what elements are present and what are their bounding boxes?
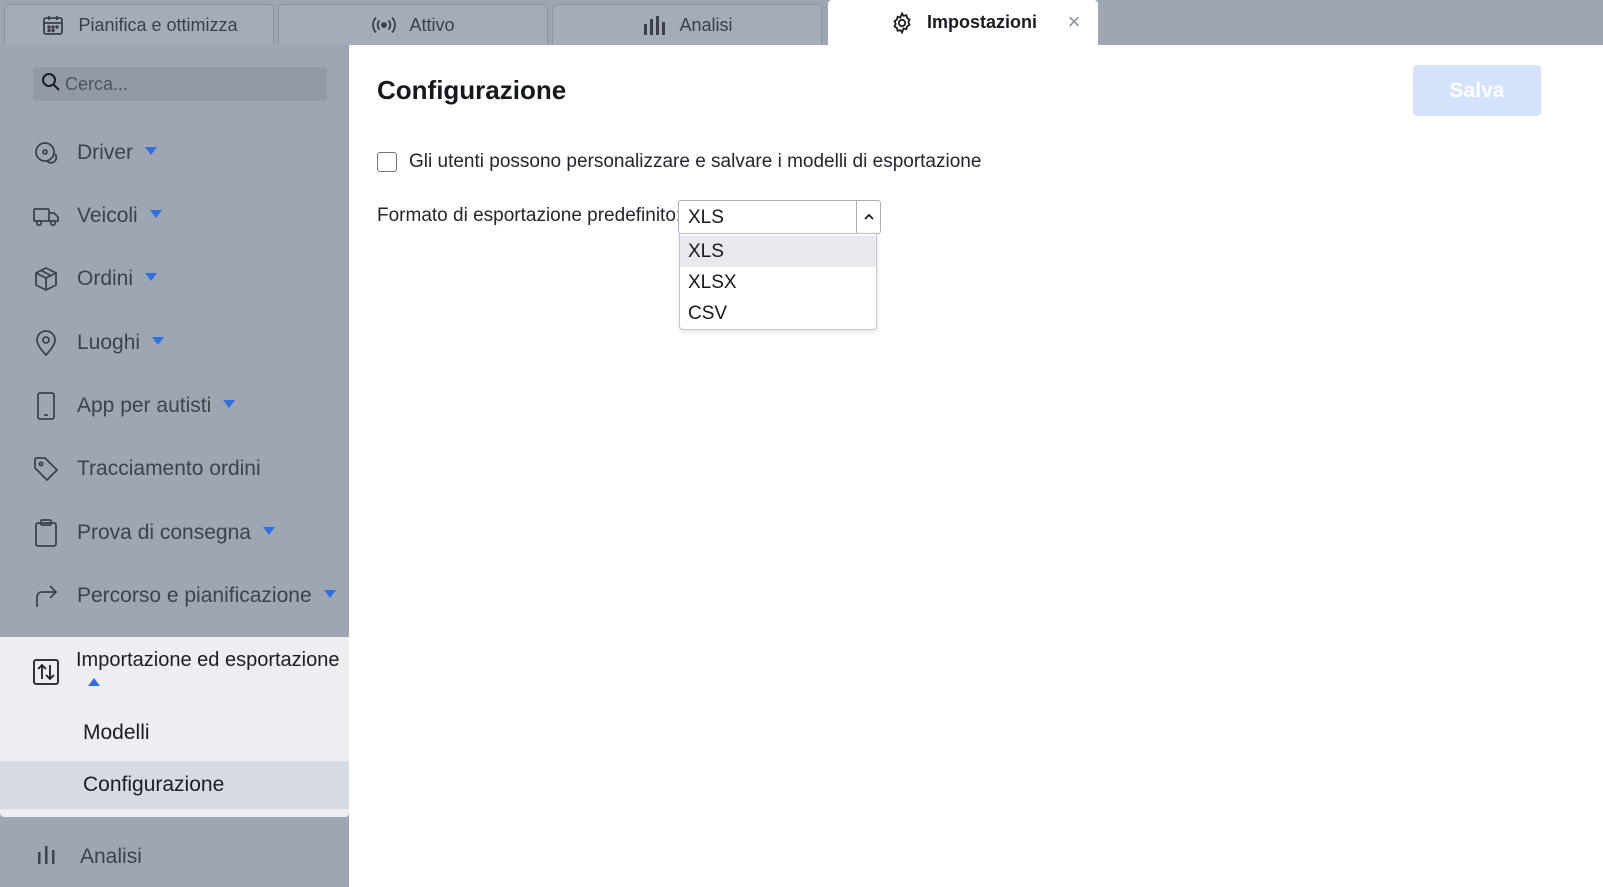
- sidebar-subitem-label: Configurazione: [83, 773, 225, 796]
- search-input[interactable]: [65, 73, 315, 95]
- caret-up-icon: [88, 677, 100, 686]
- caret-down-icon: [152, 337, 165, 346]
- sidebar-subitem-modelli[interactable]: Modelli: [0, 709, 349, 757]
- export-format-dropdown: XLS XLSX CSV: [679, 233, 877, 330]
- search-box[interactable]: [33, 67, 327, 101]
- sidebar-item-veicoli[interactable]: Veicoli: [0, 196, 349, 236]
- main-panel: Configurazione Salva Gli utenti possono …: [349, 45, 1603, 887]
- sidebar-subitem-label: Modelli: [83, 721, 150, 744]
- page-title: Configurazione: [377, 75, 567, 105]
- import-export-icon: [32, 658, 60, 686]
- sidebar-item-app-autisti[interactable]: App per autisti: [0, 386, 349, 426]
- phone-icon: [32, 392, 60, 420]
- sidebar-item-luoghi[interactable]: Luoghi: [0, 323, 349, 363]
- dropdown-option-csv[interactable]: CSV: [680, 298, 876, 329]
- clipboard-icon: [32, 519, 60, 547]
- caret-down-icon: [145, 147, 157, 156]
- route-arrow-icon: [32, 582, 60, 610]
- sidebar-item-percorso[interactable]: Percorso e pianificazione: [0, 576, 349, 616]
- checkbox-label: Gli utenti possono personalizzare e salv…: [409, 151, 982, 172]
- sidebar-item-driver[interactable]: Driver: [0, 133, 349, 173]
- tab-bar: Pianifica e ottimizza Attivo Analisi Imp…: [0, 0, 1603, 45]
- sidebar: Driver Veicoli Ordini Luoghi: [0, 45, 349, 887]
- select-value: XLS: [688, 207, 724, 228]
- sidebar-group-import-export: Importazione ed esportazione Modelli Con…: [0, 637, 349, 817]
- calendar-icon: [40, 12, 66, 38]
- bar-chart-icon: [641, 12, 667, 38]
- caret-down-icon: [223, 400, 236, 409]
- close-icon[interactable]: ×: [1064, 9, 1084, 34]
- sidebar-item-label: Prova di consegna: [77, 521, 251, 544]
- caret-down-icon: [323, 590, 336, 599]
- export-format-select[interactable]: XLS: [678, 200, 881, 234]
- steering-icon: [32, 139, 60, 167]
- dropdown-option-xls[interactable]: XLS: [680, 236, 876, 267]
- sidebar-item-label: Tracciamento ordini: [77, 457, 261, 480]
- search-icon: [41, 72, 61, 97]
- sidebar-item-tracciamento[interactable]: Tracciamento ordini: [0, 449, 349, 489]
- sidebar-item-import-export[interactable]: Importazione ed esportazione: [0, 637, 349, 707]
- sidebar-item-label: App per autisti: [77, 394, 212, 417]
- sidebar-item-analisi[interactable]: Analisi: [0, 837, 349, 877]
- tab-label: Impostazioni: [926, 12, 1037, 32]
- sidebar-item-ordini[interactable]: Ordini: [0, 259, 349, 299]
- sidebar-subitem-configurazione[interactable]: Configurazione: [0, 761, 349, 809]
- sidebar-item-label: Importazione ed esportazione: [76, 649, 340, 671]
- caret-down-icon: [149, 210, 162, 219]
- gear-icon: [889, 10, 915, 36]
- tab-label: Attivo: [409, 14, 455, 35]
- export-format-label: Formato di esportazione predefinito:: [377, 205, 682, 226]
- tab-pianifica[interactable]: Pianifica e ottimizza: [4, 4, 274, 45]
- broadcast-icon: [371, 12, 397, 38]
- box-icon: [32, 265, 60, 293]
- custom-templates-checkbox[interactable]: [377, 152, 397, 172]
- sidebar-item-label: Analisi: [80, 845, 142, 868]
- sidebar-item-label: Driver: [77, 141, 133, 164]
- chevron-up-icon[interactable]: [856, 201, 880, 233]
- truck-icon: [32, 202, 60, 230]
- map-pin-icon: [32, 329, 60, 357]
- tab-impostazioni[interactable]: Impostazioni ×: [828, 0, 1098, 45]
- save-button[interactable]: Salva: [1413, 65, 1541, 116]
- sidebar-item-prova-consegna[interactable]: Prova di consegna: [0, 513, 349, 553]
- sidebar-item-label: Veicoli: [77, 204, 138, 227]
- custom-templates-option: Gli utenti possono personalizzare e salv…: [377, 151, 981, 173]
- tab-label: Analisi: [679, 14, 733, 35]
- sidebar-item-label: Ordini: [77, 267, 134, 290]
- tab-attivo[interactable]: Attivo: [278, 4, 548, 45]
- sidebar-item-label: Percorso e pianificazione: [77, 584, 312, 607]
- caret-down-icon: [145, 273, 158, 282]
- sidebar-item-label: Luoghi: [77, 331, 141, 354]
- dropdown-option-xlsx[interactable]: XLSX: [680, 267, 876, 298]
- tab-analisi[interactable]: Analisi: [552, 4, 822, 45]
- caret-down-icon: [262, 527, 275, 536]
- bar-chart-icon: [36, 843, 58, 871]
- tag-icon: [32, 455, 60, 483]
- tab-label: Pianifica e ottimizza: [78, 14, 238, 35]
